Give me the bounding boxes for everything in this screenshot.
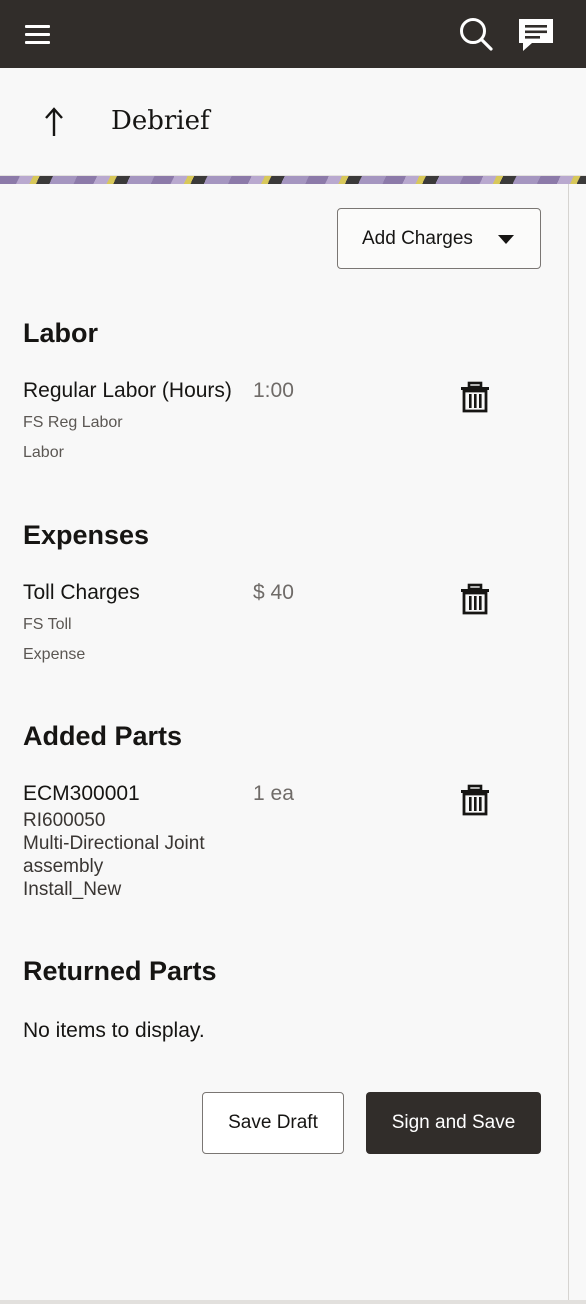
labor-item-name: Regular Labor (Hours) — [23, 379, 232, 402]
part-item-line4: Install_New — [23, 879, 122, 900]
labor-section-title: Labor — [23, 318, 99, 348]
labor-item-line1: FS Reg Labor — [23, 414, 123, 431]
part-item-quantity: 1 ea — [253, 782, 294, 805]
labor-item-line2: Labor — [23, 444, 64, 461]
trash-icon[interactable] — [459, 784, 491, 816]
decorative-banner — [0, 176, 586, 184]
sign-and-save-button[interactable]: Sign and Save — [366, 1092, 541, 1154]
search-icon[interactable] — [458, 16, 494, 52]
expense-item-line1: FS Toll — [23, 616, 72, 633]
part-item-line2: Multi-Directional Joint — [23, 833, 205, 854]
returned-parts-empty-text: No items to display. — [23, 1019, 205, 1042]
page-header: Debrief — [0, 68, 586, 176]
expense-item-amount: $ 40 — [253, 581, 294, 604]
trash-icon[interactable] — [459, 583, 491, 615]
part-item-line3: assembly — [23, 856, 104, 877]
caret-down-icon — [498, 235, 514, 244]
added-parts-section-title: Added Parts — [23, 721, 183, 751]
top-bar — [0, 0, 586, 68]
part-item-line1: RI600050 — [23, 810, 106, 831]
debrief-content: Add Charges Labor Regular Labor (Hours) … — [0, 184, 568, 1300]
bottom-divider — [0, 1300, 586, 1304]
returned-parts-section-title: Returned Parts — [23, 956, 217, 986]
trash-icon[interactable] — [459, 381, 491, 413]
hamburger-icon[interactable] — [25, 25, 50, 44]
save-draft-button[interactable]: Save Draft — [202, 1092, 344, 1154]
chat-icon[interactable] — [517, 17, 555, 53]
labor-item-quantity: 1:00 — [253, 379, 294, 402]
expense-item-name: Toll Charges — [23, 581, 140, 604]
page-title: Debrief — [111, 106, 210, 136]
part-item-name: ECM300001 — [23, 782, 140, 805]
expense-item-line2: Expense — [23, 646, 86, 663]
scrollbar[interactable] — [568, 184, 586, 1300]
arrow-up-icon[interactable] — [40, 106, 68, 138]
expenses-section-title: Expenses — [23, 520, 150, 550]
add-charges-label: Add Charges — [362, 227, 473, 249]
add-charges-button[interactable]: Add Charges — [337, 208, 541, 269]
